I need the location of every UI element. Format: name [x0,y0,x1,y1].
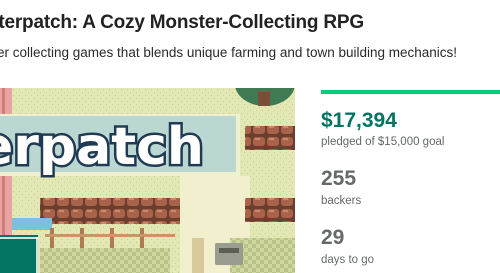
days-block: 29 days to go [321,225,374,266]
project-blurb: er collecting games that blends unique f… [0,45,458,60]
backers-block: 255 backers [321,166,361,207]
game-logo-text: erpatch [0,117,204,177]
pledged-amount: $17,394 [321,109,397,132]
project-title: sterpatch: A Cozy Monster-Collecting RPG [0,12,364,33]
backers-label: backers [321,195,362,207]
days-label: days to go [321,254,375,266]
video-play-corner [0,235,38,273]
pledged-goal-label: pledged of $15,000 goal [321,136,445,148]
project-hero-image[interactable]: erpatch [0,88,295,273]
backers-count: 255 [321,167,357,190]
pledged-block: $17,394 pledged of $15,000 goal [321,108,500,148]
funding-progress-bar [321,90,500,94]
campaign-stats: $17,394 pledged of $15,000 goal 255 back… [321,108,500,266]
game-artwork: erpatch [0,88,295,273]
days-count: 29 [321,226,345,249]
